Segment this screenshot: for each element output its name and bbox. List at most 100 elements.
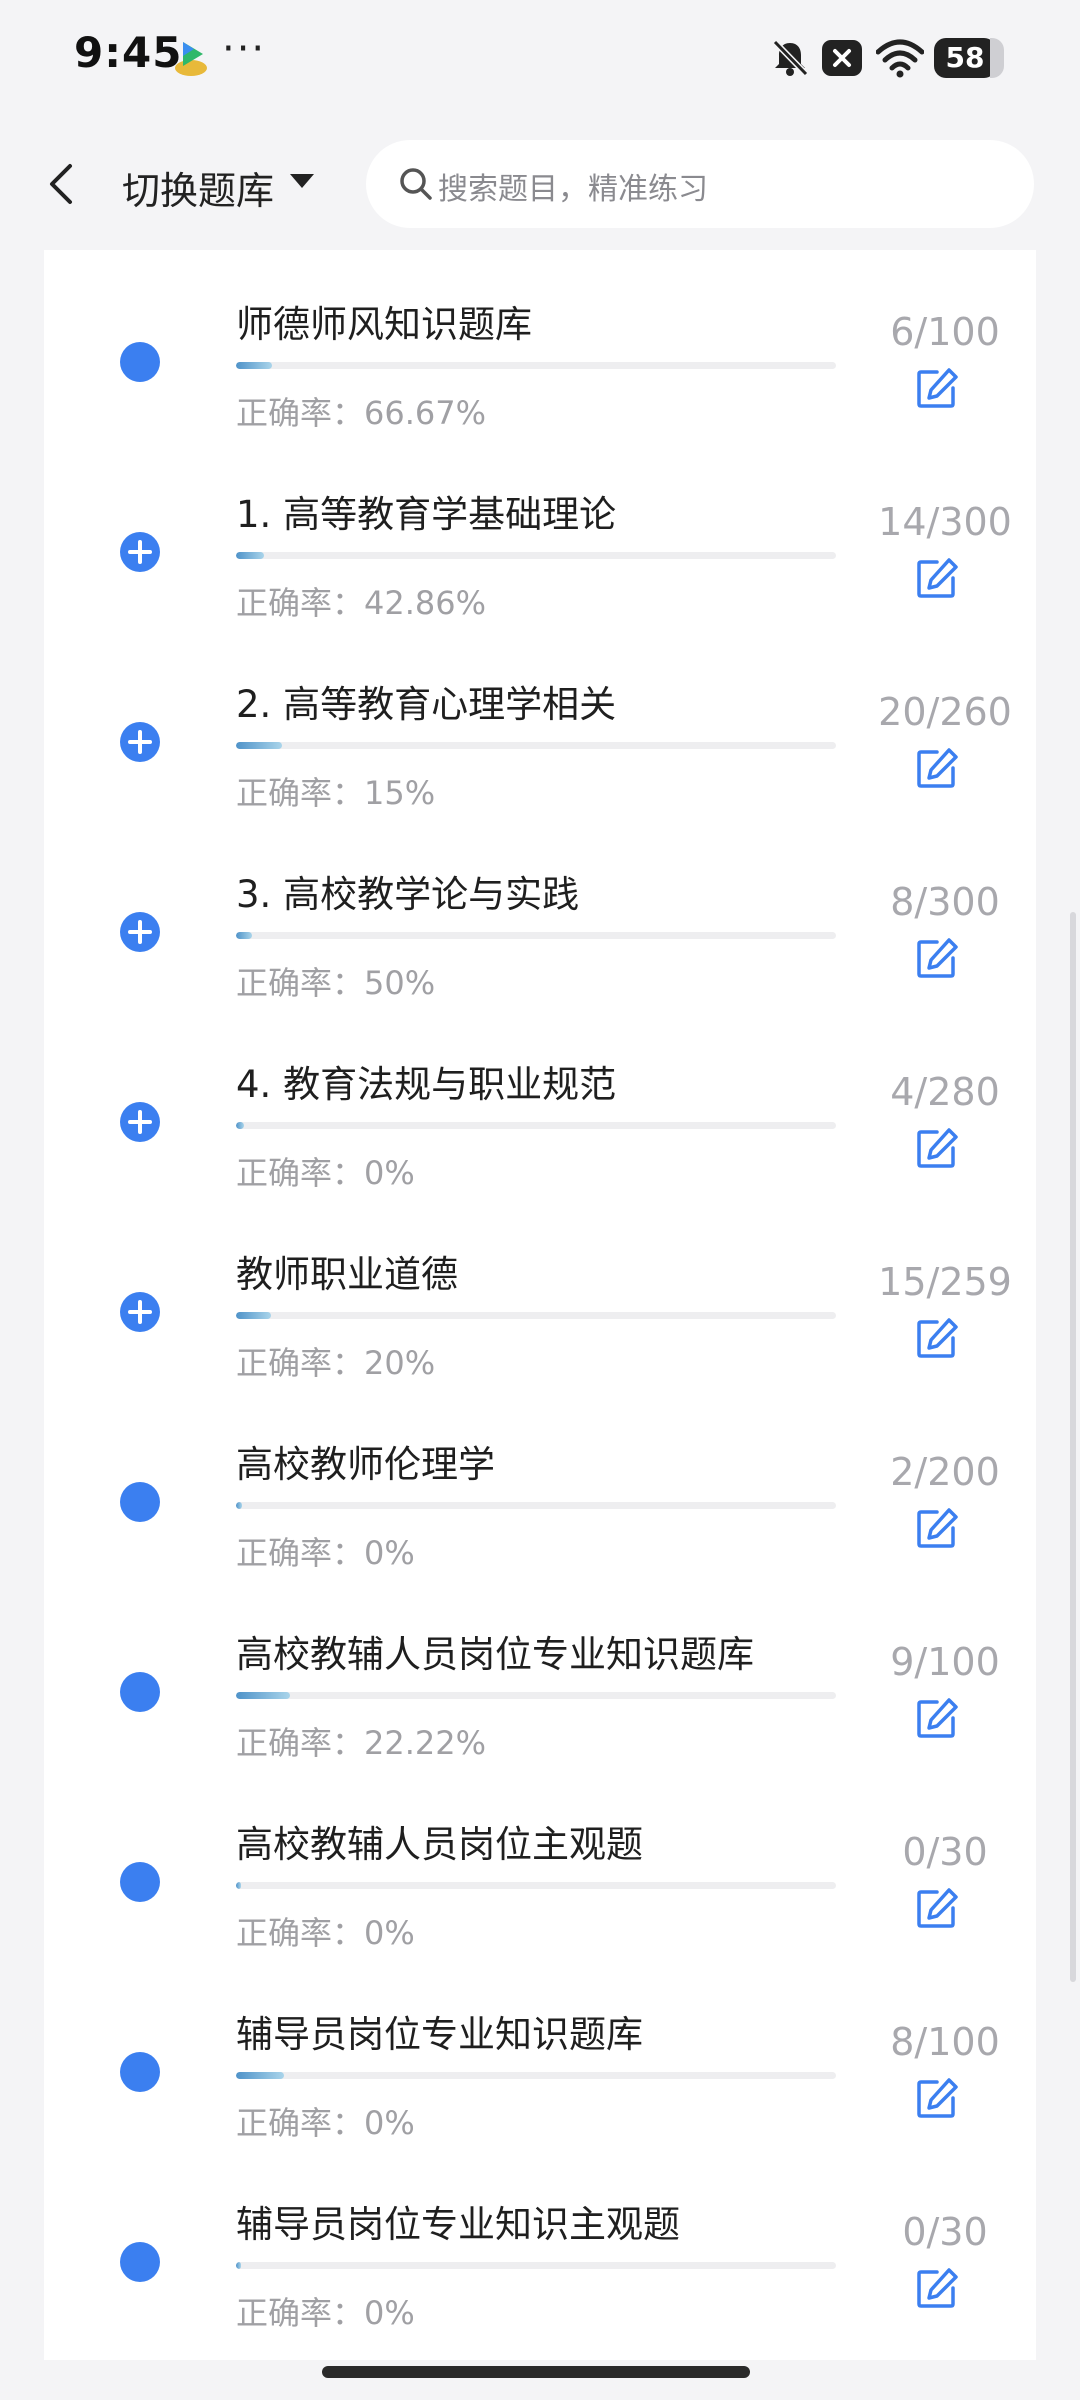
search-input[interactable]: 搜索题目，精准练习 — [366, 140, 1034, 228]
bullet-dot-icon — [120, 1672, 160, 1712]
progress-bar — [236, 1312, 836, 1319]
accuracy-text: 正确率：50% — [236, 964, 436, 1002]
question-bank-list: 师德师风知识题库正确率：66.67% 6/100 1. 高等教育学基础理论正确率：4… — [44, 250, 1036, 2360]
status-bar: 9:45 ··· 58 — [0, 0, 1080, 118]
close-box-icon — [822, 40, 862, 76]
progress-count: 6/100 — [890, 310, 1000, 354]
expand-plus-icon[interactable] — [120, 1102, 160, 1142]
bullet-dot-icon — [120, 1482, 160, 1522]
battery-tail — [990, 38, 1004, 78]
item-title: 2. 高等教育心理学相关 — [236, 683, 617, 726]
progress-bar — [236, 2262, 836, 2269]
progress-fill — [236, 1122, 245, 1129]
progress-bar — [236, 1692, 836, 1699]
scrollbar[interactable] — [1070, 912, 1076, 1982]
bullet-dot-icon — [120, 2242, 160, 2282]
bullet-dot-icon — [120, 342, 160, 382]
progress-bar — [236, 742, 836, 749]
progress-count: 0/30 — [902, 2210, 988, 2254]
edit-icon[interactable] — [915, 366, 959, 410]
edit-icon[interactable] — [915, 556, 959, 600]
item-title: 高校教辅人员岗位专业知识题库 — [236, 1633, 754, 1676]
item-title: 辅导员岗位专业知识主观题 — [236, 2203, 680, 2246]
accuracy-text: 正确率：66.67% — [236, 394, 487, 432]
accuracy-text: 正确率：20% — [236, 1344, 436, 1382]
progress-fill — [236, 1882, 241, 1889]
accuracy-text: 正确率：22.22% — [236, 1724, 487, 1762]
edit-icon[interactable] — [915, 1126, 959, 1170]
edit-icon[interactable] — [915, 746, 959, 790]
list-item[interactable]: 高校教辅人员岗位主观题正确率：0% 0/30 — [44, 1770, 1036, 1960]
list-item[interactable]: 辅导员岗位专业知识主观题正确率：0% 0/30 — [44, 2150, 1036, 2340]
progress-count: 9/100 — [890, 1640, 1000, 1684]
list-item[interactable]: 3. 高校教学论与实践正确率：50% 8/300 — [44, 820, 1036, 1010]
accuracy-text: 正确率：0% — [236, 1154, 415, 1192]
list-item[interactable]: 高校教辅人员岗位专业知识题库正确率：22.22% 9/100 — [44, 1580, 1036, 1770]
list-item[interactable]: 辅导员岗位专业知识题库 正确率：0% 8/100 — [44, 1960, 1036, 2150]
bullet-dot-icon — [120, 1862, 160, 1902]
accuracy-text: 正确率：42.86% — [236, 584, 487, 622]
progress-fill — [236, 932, 253, 939]
status-time: 9:45 — [74, 28, 183, 77]
battery-icon: 58 — [934, 38, 996, 78]
list-item[interactable]: 4. 教育法规与职业规范 正确率：0% 4/280 — [44, 1010, 1036, 1200]
accuracy-text: 正确率：0% — [236, 1914, 415, 1952]
accuracy-text: 正确率：15% — [236, 774, 436, 812]
expand-plus-icon[interactable] — [120, 1292, 160, 1332]
list-item[interactable]: 高校教师伦理学正确率：0% 2/200 — [44, 1390, 1036, 1580]
progress-bar — [236, 2072, 836, 2079]
bullet-dot-icon — [120, 2052, 160, 2092]
edit-icon[interactable] — [915, 936, 959, 980]
progress-fill — [236, 552, 265, 559]
list-item[interactable]: 教师职业道德正确率：20% 15/259 — [44, 1200, 1036, 1390]
caret-down-icon[interactable] — [288, 170, 316, 194]
more-notifications-icon: ··· — [222, 26, 267, 72]
progress-count: 0/30 — [902, 1830, 988, 1874]
item-title: 师德师风知识题库 — [236, 303, 532, 346]
list-item[interactable]: 2. 高等教育心理学相关正确率：15% 20/260 — [44, 630, 1036, 820]
search-placeholder: 搜索题目，精准练习 — [438, 172, 708, 207]
progress-bar — [236, 552, 836, 559]
edit-icon[interactable] — [915, 1696, 959, 1740]
accuracy-text: 正确率：0% — [236, 2294, 415, 2332]
edit-icon[interactable] — [915, 2076, 959, 2120]
back-icon[interactable] — [40, 158, 84, 210]
edit-icon[interactable] — [915, 2266, 959, 2310]
search-icon — [400, 168, 432, 200]
progress-fill — [236, 2262, 241, 2269]
expand-plus-icon[interactable] — [120, 722, 160, 762]
progress-count: 8/300 — [890, 880, 1000, 924]
accuracy-text: 正确率：0% — [236, 1534, 415, 1572]
bell-off-icon — [772, 39, 809, 77]
list-item[interactable]: 师德师风知识题库正确率：66.67% 6/100 — [44, 250, 1036, 440]
accuracy-text: 正确率：0% — [236, 2104, 415, 2142]
item-title: 1. 高等教育学基础理论 — [236, 493, 617, 536]
expand-plus-icon[interactable] — [120, 912, 160, 952]
progress-bar — [236, 362, 836, 369]
edit-icon[interactable] — [915, 1316, 959, 1360]
home-indicator[interactable] — [322, 2366, 750, 2378]
item-title: 4. 教育法规与职业规范 — [236, 1063, 617, 1106]
expand-plus-icon[interactable] — [120, 532, 160, 572]
progress-count: 2/200 — [890, 1450, 1000, 1494]
edit-icon[interactable] — [915, 1506, 959, 1550]
item-title: 教师职业道德 — [236, 1253, 458, 1296]
progress-fill — [236, 742, 283, 749]
header: 切换题库 搜索题目，精准练习 — [0, 118, 1080, 250]
item-title: 3. 高校教学论与实践 — [236, 873, 580, 916]
progress-fill — [236, 2072, 284, 2079]
progress-bar — [236, 932, 836, 939]
progress-bar — [236, 1882, 836, 1889]
progress-count: 14/300 — [878, 500, 1012, 544]
item-title: 高校教师伦理学 — [236, 1443, 495, 1486]
progress-bar — [236, 1122, 836, 1129]
edit-icon[interactable] — [915, 1886, 959, 1930]
progress-count: 15/259 — [878, 1260, 1012, 1304]
item-title: 高校教辅人员岗位主观题 — [236, 1823, 643, 1866]
list-item[interactable]: 1. 高等教育学基础理论正确率：42.86% 14/300 — [44, 440, 1036, 630]
progress-bar — [236, 1502, 836, 1509]
progress-count: 8/100 — [890, 2020, 1000, 2064]
switch-bank-title[interactable]: 切换题库 — [122, 160, 274, 215]
progress-count: 20/260 — [878, 690, 1012, 734]
app-icon — [175, 42, 207, 76]
